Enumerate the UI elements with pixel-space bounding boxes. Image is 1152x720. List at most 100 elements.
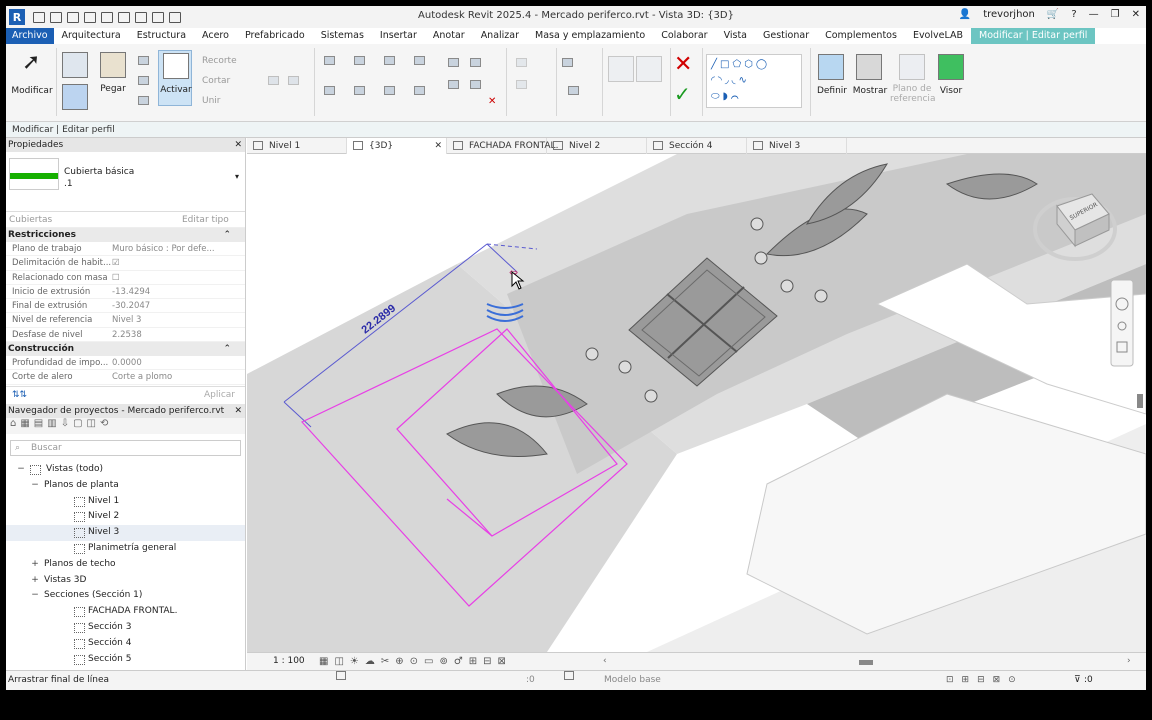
hscroll-thumb[interactable] xyxy=(859,660,873,665)
ribbon-tab-13[interactable]: Complementos xyxy=(817,28,905,44)
property-section-header[interactable]: Restricciones ⌃ xyxy=(6,228,245,242)
modify-button[interactable]: ➚ Modificar xyxy=(10,48,54,106)
property-row[interactable]: Final de extrusión -30.2047 xyxy=(6,299,245,314)
paint-icon[interactable] xyxy=(288,76,299,85)
tree-item[interactable]: Sección 3 xyxy=(6,620,245,636)
cut-icon[interactable] xyxy=(138,56,149,65)
restore-button[interactable]: ❐ xyxy=(1111,9,1120,20)
close-tab-icon[interactable]: ✕ xyxy=(434,138,442,154)
tree-item[interactable]: − Vistas (todo) xyxy=(6,462,245,478)
create-icon[interactable] xyxy=(608,56,634,82)
view-icon[interactable] xyxy=(516,58,527,67)
property-section-header[interactable]: Construcción ⌃ xyxy=(6,342,245,357)
edit-type-button[interactable]: Editar tipo xyxy=(182,212,229,228)
property-value[interactable]: Nivel 3 xyxy=(112,313,222,326)
redo-icon[interactable] xyxy=(118,11,130,23)
apply-button[interactable]: Aplicar xyxy=(204,390,235,400)
tree-item[interactable]: Nivel 1 xyxy=(6,494,245,510)
offset-icon[interactable] xyxy=(354,56,365,65)
tree-item[interactable]: + Vistas 3D xyxy=(6,573,245,589)
expand-icon[interactable]: + xyxy=(30,573,40,589)
property-value[interactable]: 2.2538 xyxy=(112,328,222,341)
viewer-button[interactable]: Visor xyxy=(934,54,968,110)
ribbon-tab-12[interactable]: Gestionar xyxy=(755,28,817,44)
ribbon-tab-6[interactable]: Insertar xyxy=(372,28,425,44)
property-row[interactable]: Nivel de referencia Nivel 3 xyxy=(6,313,245,328)
draw-gallery[interactable]: ╱□⬠⬡◯ ◜◝◞◟∿ ⬭◗⌒ xyxy=(706,54,802,108)
copy-icon[interactable] xyxy=(138,76,149,85)
move-icon[interactable] xyxy=(324,86,335,95)
property-value[interactable]: 0.0000 xyxy=(112,356,222,369)
pin-icon[interactable] xyxy=(470,80,481,89)
view-tab[interactable]: FACHADA FRONTAL. xyxy=(447,138,558,154)
3d-viewport[interactable]: 22.2899 ⇔ SUPERIOR xyxy=(247,154,1146,652)
help-icon[interactable]: ? xyxy=(1071,9,1076,20)
browser-toolbar[interactable]: ⌂▦▤▥⇩▢◫⟲ xyxy=(6,418,245,434)
select-icon[interactable] xyxy=(62,52,88,78)
property-row[interactable]: Plano de trabajo Muro básico : Por defe..… xyxy=(6,242,245,257)
clipboard-icon[interactable] xyxy=(62,84,88,110)
copy-element-icon[interactable] xyxy=(354,86,365,95)
property-value[interactable]: ☑ xyxy=(112,256,222,269)
minimize-button[interactable]: — xyxy=(1089,9,1099,20)
view-tab[interactable]: Sección 4 xyxy=(647,138,747,154)
collapse-icon[interactable]: − xyxy=(30,478,40,494)
ribbon-tab-14[interactable]: EvolveLAB xyxy=(905,28,971,44)
property-value[interactable]: ☐ xyxy=(112,271,222,284)
thin-lines-icon[interactable] xyxy=(169,11,181,23)
undo-icon[interactable] xyxy=(101,11,113,23)
measure-icon[interactable] xyxy=(152,11,164,23)
model-selector[interactable]: Modelo base xyxy=(604,671,661,689)
ribbon-tab-0[interactable]: Archivo xyxy=(6,28,54,44)
unir-button[interactable]: Unir xyxy=(202,96,221,106)
ribbon-tab-5[interactable]: Sistemas xyxy=(313,28,372,44)
revit-logo-icon[interactable]: R xyxy=(9,9,25,25)
model-icon[interactable] xyxy=(564,671,574,680)
split-icon[interactable] xyxy=(448,58,459,67)
tree-item[interactable]: FACHADA FRONTAL. xyxy=(6,604,245,620)
ribbon-tab-7[interactable]: Anotar xyxy=(425,28,473,44)
collapse-icon[interactable]: − xyxy=(16,462,26,478)
property-value[interactable]: -13.4294 xyxy=(112,285,222,298)
dimension-icon[interactable] xyxy=(568,86,579,95)
property-value[interactable]: Muro básico : Por defe... xyxy=(112,242,222,255)
user-name[interactable]: trevorjhon xyxy=(983,9,1035,20)
open-icon[interactable] xyxy=(50,11,62,23)
close-button[interactable]: ✕ xyxy=(1132,9,1140,20)
viewport-vscroll-thumb[interactable] xyxy=(1137,394,1143,408)
browser-search-input[interactable]: ⌕ Buscar xyxy=(10,440,241,456)
hscroll-right-icon[interactable]: › xyxy=(1127,656,1131,666)
match-icon[interactable] xyxy=(138,96,149,105)
align-icon[interactable] xyxy=(324,56,335,65)
tree-item[interactable]: − Secciones (Sección 1) xyxy=(6,588,245,604)
category-row[interactable]: Cubiertas Editar tipo xyxy=(6,212,245,228)
array-icon[interactable] xyxy=(470,58,481,67)
cart-icon[interactable]: 🛒 xyxy=(1047,9,1059,20)
ribbon-tab-9[interactable]: Masa y emplazamiento xyxy=(527,28,653,44)
sync-icon[interactable] xyxy=(84,11,96,23)
ribbon-tab-10[interactable]: Colaborar xyxy=(653,28,715,44)
cortar-button[interactable]: Cortar xyxy=(202,76,230,86)
ribbon-tab-15[interactable]: Modificar | Editar perfil xyxy=(971,28,1096,44)
activate-button[interactable]: Activar xyxy=(158,50,192,106)
ribbon-tab-4[interactable]: Prefabricado xyxy=(237,28,313,44)
tree-item[interactable]: Sección 4 xyxy=(6,636,245,652)
property-row[interactable]: Inicio de extrusión -13.4294 xyxy=(6,285,245,300)
ribbon-tab-11[interactable]: Vista xyxy=(716,28,755,44)
save-icon[interactable] xyxy=(67,11,79,23)
geometry-icon[interactable] xyxy=(268,76,279,85)
type-selector[interactable]: Cubierta básica .1 ▾ xyxy=(6,152,245,212)
filter-icon[interactable]: ⊽ xyxy=(1074,671,1081,689)
group-icon[interactable] xyxy=(636,56,662,82)
view-tab[interactable]: Nivel 3 xyxy=(747,138,847,154)
property-row[interactable]: Relacionado con masa ☐ xyxy=(6,271,245,285)
recorte-button[interactable]: Recorte xyxy=(202,56,237,66)
property-row[interactable]: Corte de alero Corte a plomo xyxy=(6,370,245,385)
property-value[interactable]: -30.2047 xyxy=(112,299,222,312)
tree-item[interactable]: Sección 5 xyxy=(6,652,245,668)
chevron-up-icon[interactable]: ⌃ xyxy=(223,228,231,242)
finish-edit-icon[interactable]: ✓ xyxy=(674,82,691,106)
tree-item[interactable]: − Planos de planta xyxy=(6,478,245,494)
property-row[interactable]: Delimitación de habit... ☑ xyxy=(6,256,245,271)
home-icon[interactable] xyxy=(33,11,45,23)
